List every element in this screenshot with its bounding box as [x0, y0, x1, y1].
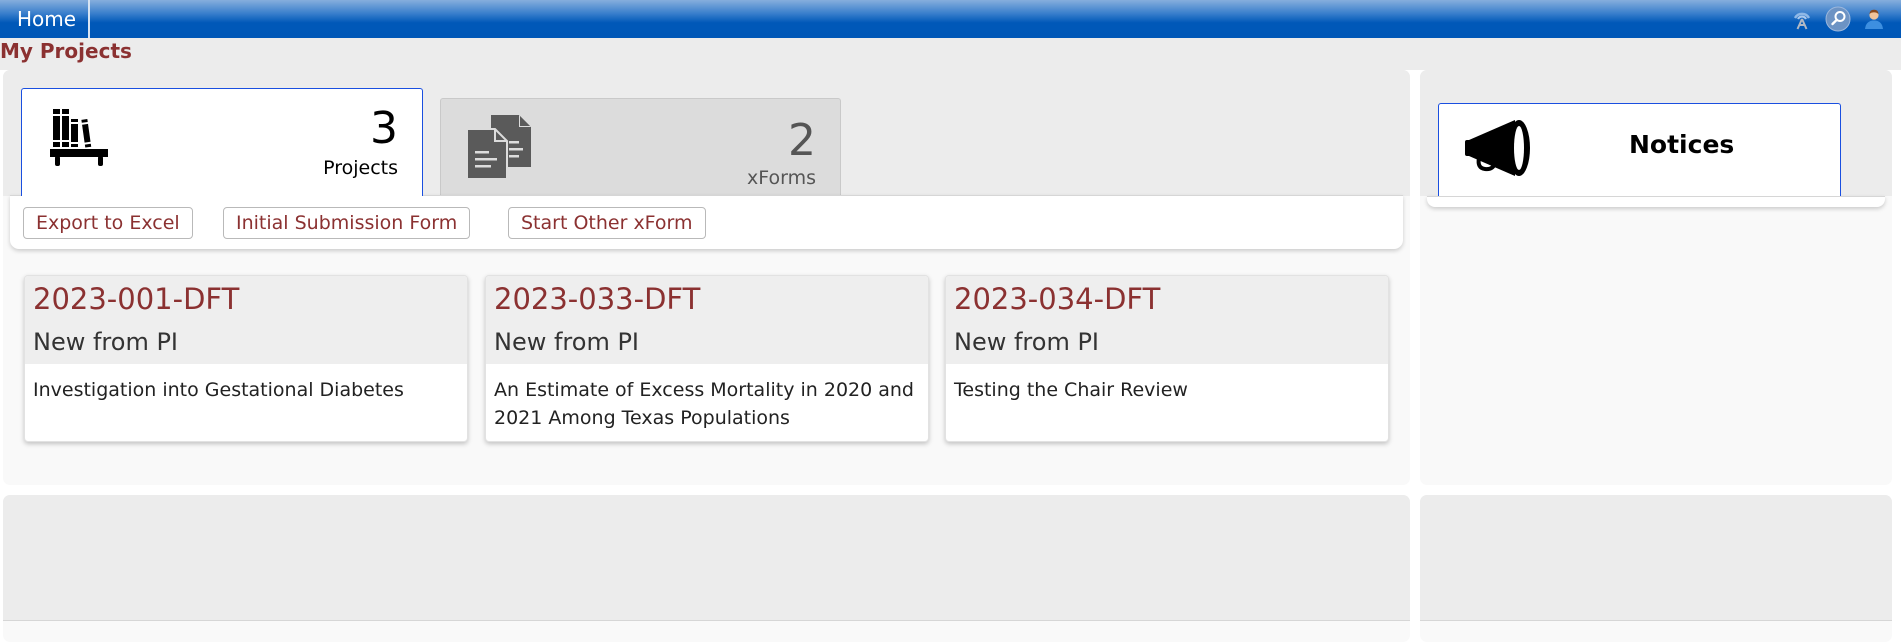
title-bar	[0, 38, 1901, 70]
start-other-xform-button[interactable]: Start Other xForm	[508, 207, 706, 239]
secondary-side-panel-header	[1420, 495, 1892, 621]
project-id-link[interactable]: 2023-033-DFT	[494, 282, 700, 316]
secondary-side-panel	[1420, 495, 1892, 642]
page-title: My Projects	[0, 39, 132, 63]
projects-toolbar: Export to Excel Initial Submission Form …	[10, 195, 1403, 249]
bookshelf-icon	[50, 109, 112, 173]
project-status: New from PI	[494, 328, 640, 356]
project-card[interactable]: 2023-001-DFT New from PI Investigation i…	[24, 275, 468, 442]
notices-label: Notices	[1629, 130, 1735, 159]
project-title: An Estimate of Excess Mortality in 2020 …	[494, 379, 914, 429]
project-title: Testing the Chair Review	[954, 379, 1188, 401]
project-card[interactable]: 2023-033-DFT New from PI An Estimate of …	[485, 275, 929, 442]
xforms-label: xForms	[746, 167, 816, 189]
export-to-excel-button[interactable]: Export to Excel	[23, 207, 193, 239]
top-navigation-bar: Home	[0, 0, 1901, 38]
initial-submission-form-button[interactable]: Initial Submission Form	[223, 207, 471, 239]
project-status: New from PI	[954, 328, 1100, 356]
home-tab[interactable]: Home	[0, 0, 90, 38]
documents-icon	[466, 115, 533, 183]
tab-xforms[interactable]: 2 xForms	[440, 98, 841, 196]
tab-projects[interactable]: 3 Projects	[21, 88, 423, 196]
xforms-count: 2	[788, 115, 816, 166]
projects-label: Projects	[323, 157, 398, 179]
project-id-link[interactable]: 2023-001-DFT	[33, 282, 239, 316]
megaphone-icon	[1463, 116, 1533, 184]
top-icon-group	[1789, 6, 1887, 32]
user-icon[interactable]	[1861, 6, 1887, 32]
secondary-panel-header	[3, 495, 1410, 621]
search-icon[interactable]	[1825, 6, 1851, 32]
project-card[interactable]: 2023-034-DFT New from PI Testing the Cha…	[945, 275, 1389, 442]
tab-notices[interactable]: Notices	[1438, 103, 1841, 196]
projects-count: 3	[370, 103, 398, 154]
project-id-link[interactable]: 2023-034-DFT	[954, 282, 1160, 316]
secondary-panel	[3, 495, 1410, 642]
broadcast-icon[interactable]	[1789, 6, 1815, 32]
project-status: New from PI	[33, 328, 179, 356]
project-title: Investigation into Gestational Diabetes	[33, 379, 404, 401]
notices-content	[1427, 196, 1885, 207]
